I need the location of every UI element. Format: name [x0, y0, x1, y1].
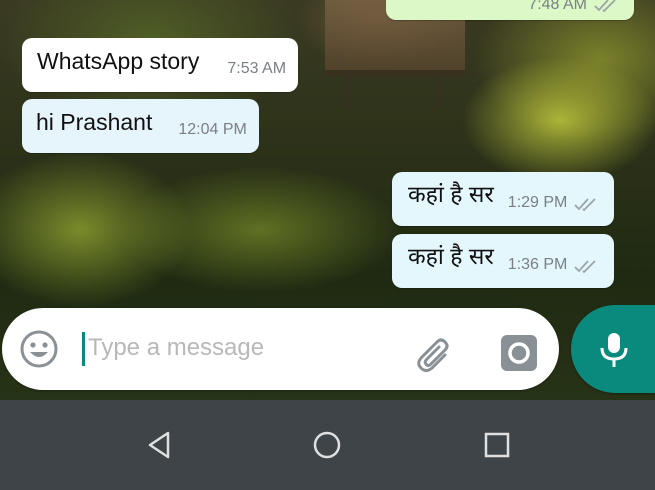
paperclip-icon[interactable] [415, 333, 457, 373]
double-check-icon [574, 259, 600, 276]
microphone-icon [600, 333, 628, 367]
system-navigation-bar [0, 400, 655, 490]
message-time: 7:53 AM [227, 60, 287, 77]
microphone-button[interactable] [571, 305, 655, 393]
message-time: 1:36 PM [507, 256, 568, 273]
back-triangle-icon[interactable] [145, 430, 175, 460]
camera-icon[interactable] [500, 334, 538, 372]
text-cursor [82, 332, 85, 366]
double-check-icon [594, 0, 620, 20]
message-time: 1:29 PM [507, 194, 568, 211]
message-time: 7:48 AM [528, 0, 587, 13]
home-circle-icon[interactable] [312, 430, 342, 460]
message-bubble-incoming[interactable]: hi Prashant 12:04 PM [22, 99, 259, 153]
emoji-icon[interactable] [19, 329, 59, 369]
message-bubble-outgoing[interactable]: कहां है सर 1:29 PM [392, 172, 615, 226]
recents-square-icon[interactable] [482, 430, 512, 460]
message-text: कहां है सर [408, 243, 494, 269]
message-bubble-outgoing[interactable]: 7:48 AM [386, 0, 634, 20]
message-text: hi Prashant [36, 109, 153, 135]
double-check-icon [574, 197, 600, 214]
message-input[interactable] [88, 328, 388, 368]
message-bubble-incoming[interactable]: WhatsApp story 7:53 AM [22, 38, 299, 92]
message-composer [2, 308, 559, 390]
message-bubble-outgoing[interactable]: कहां है सर 1:36 PM [392, 234, 615, 288]
message-text: कहां है सर [408, 181, 494, 207]
message-text: WhatsApp story [37, 48, 200, 74]
message-time: 12:04 PM [178, 121, 247, 138]
